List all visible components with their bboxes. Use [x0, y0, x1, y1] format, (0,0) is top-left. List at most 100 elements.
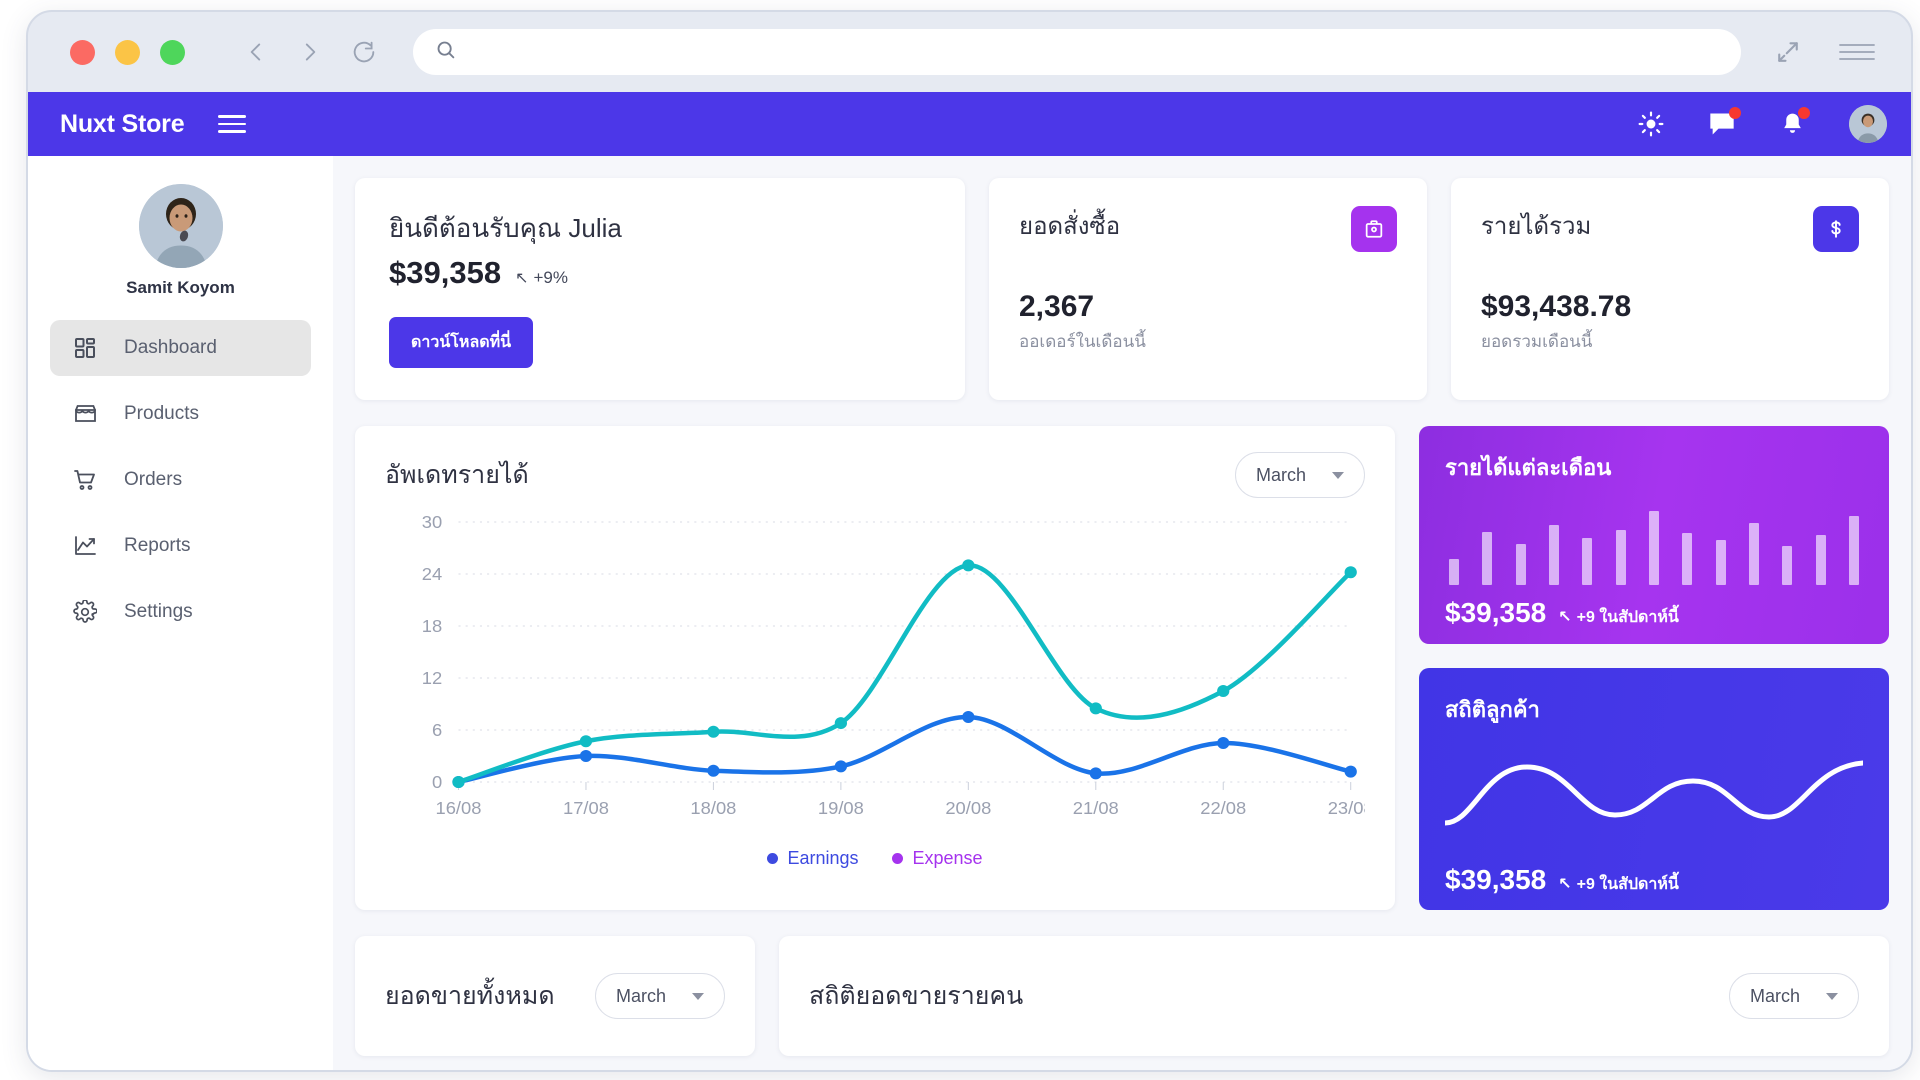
monthly-revenue-bar	[1482, 531, 1493, 585]
sidebar: Samit Koyom Dashboard Products Orders Re…	[28, 156, 333, 1070]
sidebar-item-label: Reports	[124, 535, 191, 556]
revenue-stat-value: $93,438.78	[1481, 290, 1632, 323]
revenue-stat-card: รายได้รวม $93,438.78 ยอดรวมเดือนนี้	[1451, 178, 1889, 400]
message-badge	[1729, 107, 1741, 119]
window-controls	[70, 39, 185, 65]
gear-icon	[72, 600, 98, 624]
main-content: ยินดีต้อนรับคุณ Julia $39,358 ↖ +9% ดาวน…	[333, 156, 1911, 1070]
per-person-sales-card: สถิติยอดขายรายคน March	[779, 936, 1889, 1056]
sidebar-item-reports[interactable]: Reports	[50, 518, 311, 574]
customer-stats-delta-text: +9 ในสัปดาห์นี้	[1576, 875, 1679, 893]
revenue-stat-title: รายได้รวม	[1481, 213, 1592, 240]
bottom-row: ยอดขายทั้งหมด March สถิติยอดขายรายคน Mar…	[355, 936, 1889, 1056]
bell-badge	[1798, 107, 1810, 119]
briefcase-icon	[1351, 206, 1397, 252]
per-person-period-select[interactable]: March	[1728, 973, 1859, 1019]
orders-stat-card: ยอดสั่งซื้อ 2,367 ออเดอร์ในเดือนนี้	[989, 178, 1427, 400]
cart-icon	[72, 468, 98, 492]
expand-arrow-icon[interactable]	[1773, 37, 1803, 67]
monthly-revenue-bar	[1615, 529, 1626, 585]
monthly-revenue-bar	[1815, 535, 1826, 585]
chevron-down-icon	[1332, 471, 1344, 479]
browser-menu-icon[interactable]	[1837, 39, 1877, 65]
forward-button[interactable]	[293, 35, 327, 69]
grid-icon	[72, 336, 98, 360]
chart-legend: Earnings Expense	[385, 848, 1365, 869]
welcome-greeting: ยินดีต้อนรับคุณ Julia	[389, 213, 622, 243]
app-brand: Nuxt Store	[60, 109, 185, 138]
legend-label-earnings: Earnings	[787, 848, 859, 868]
sidebar-profile: Samit Koyom	[28, 184, 333, 298]
welcome-delta-value: +9%	[533, 268, 568, 287]
chart-line-icon	[72, 534, 98, 558]
trend-up-icon: ↖	[1558, 876, 1572, 893]
back-button[interactable]	[239, 35, 273, 69]
address-bar[interactable]	[413, 29, 1741, 75]
close-window-button[interactable]	[70, 39, 95, 65]
sidebar-item-label: Dashboard	[124, 337, 217, 358]
legend-earnings[interactable]: Earnings	[767, 848, 858, 869]
bell-icon[interactable]	[1780, 107, 1810, 137]
message-icon[interactable]	[1708, 107, 1741, 137]
customer-stats-delta: ↖ +9 ในสัปดาห์นี้	[1558, 872, 1679, 897]
url-input[interactable]	[470, 42, 1719, 62]
monthly-revenue-bar	[1748, 523, 1759, 585]
svg-text:23/08: 23/08	[1328, 798, 1365, 818]
revenue-chart-card: อัพเดทรายได้ March 0 6 12 18 24 30 16/08 17/08 1…	[355, 426, 1395, 910]
charts-row: อัพเดทรายได้ March 0 6 12 18 24 30 16/08 17/08 1…	[355, 426, 1889, 910]
svg-text:24: 24	[422, 564, 442, 584]
sidebar-item-orders[interactable]: Orders	[50, 452, 311, 508]
reload-button[interactable]	[347, 35, 381, 69]
revenue-chart-period-select[interactable]: March	[1234, 452, 1365, 498]
sidebar-item-dashboard[interactable]: Dashboard	[50, 320, 311, 376]
sidebar-item-products[interactable]: Products	[50, 386, 311, 442]
svg-text:19/08: 19/08	[818, 798, 864, 818]
sidebar-item-label: Products	[124, 403, 199, 424]
monthly-revenue-bar	[1848, 516, 1859, 585]
minimize-window-button[interactable]	[115, 39, 140, 65]
stats-row: ยินดีต้อนรับคุณ Julia $39,358 ↖ +9% ดาวน…	[355, 178, 1889, 400]
profile-avatar[interactable]	[138, 184, 223, 268]
browser-navigation	[239, 35, 381, 69]
welcome-card: ยินดีต้อนรับคุณ Julia $39,358 ↖ +9% ดาวน…	[355, 178, 965, 400]
header-actions	[1638, 105, 1887, 143]
welcome-delta: ↖ +9%	[515, 268, 568, 288]
dollar-icon	[1813, 206, 1859, 252]
sidebar-item-label: Orders	[124, 469, 183, 490]
download-button[interactable]: ดาวน์โหลดที่นี่	[389, 317, 534, 368]
legend-label-expense: Expense	[912, 848, 983, 868]
sidebar-item-settings[interactable]: Settings	[50, 584, 311, 640]
svg-text:20/08: 20/08	[945, 798, 991, 818]
total-sales-card: ยอดขายทั้งหมด March	[355, 936, 755, 1056]
browser-toolbar	[28, 12, 1911, 92]
monthly-revenue-bar	[1682, 533, 1693, 585]
svg-text:12: 12	[422, 668, 442, 688]
store-icon	[72, 402, 98, 426]
maximize-window-button[interactable]	[160, 39, 185, 65]
app-viewport: Nuxt Store Samit Koyom Dashboard Product…	[28, 92, 1911, 1070]
app-body: Samit Koyom Dashboard Products Orders Re…	[28, 156, 1911, 1070]
customer-stats-title: สถิติลูกค้า	[1445, 697, 1540, 722]
orders-stat-subtitle: ออเดอร์ในเดือนนี้	[1019, 332, 1146, 351]
user-avatar[interactable]	[1849, 105, 1887, 143]
legend-dot-expense	[892, 853, 904, 864]
legend-dot-earnings	[767, 853, 779, 864]
sidebar-toggle-icon[interactable]	[218, 115, 247, 133]
monthly-revenue-card: รายได้แต่ละเดือน $39,358 ↖ +9 ในสัปดาห์น…	[1419, 426, 1889, 644]
chevron-down-icon	[692, 992, 704, 1000]
monthly-revenue-bar	[1515, 543, 1526, 585]
revenue-stat-subtitle: ยอดรวมเดือนนี้	[1481, 332, 1593, 351]
svg-text:21/08: 21/08	[1073, 798, 1119, 818]
svg-text:17/08: 17/08	[563, 798, 609, 818]
svg-text:30: 30	[422, 512, 442, 532]
monthly-revenue-bar	[1449, 559, 1459, 585]
customer-stats-card: สถิติลูกค้า $39,358 ↖ +9 ในสัปดาห์นี้	[1419, 668, 1889, 910]
customer-stats-wave	[1442, 737, 1866, 850]
total-sales-period-select[interactable]: March	[594, 973, 725, 1019]
legend-expense[interactable]: Expense	[892, 848, 983, 869]
sun-icon[interactable]	[1638, 111, 1664, 137]
monthly-revenue-bars	[1445, 499, 1863, 585]
monthly-revenue-bar	[1782, 546, 1793, 585]
monthly-revenue-bar	[1715, 540, 1726, 585]
svg-text:16/08: 16/08	[436, 798, 482, 818]
